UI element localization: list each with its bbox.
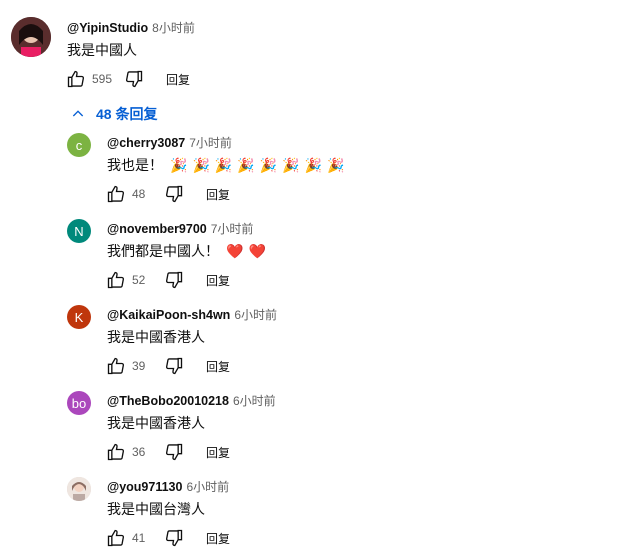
party-popper-emoji: 🎉 [214, 157, 233, 173]
dislike-button[interactable] [122, 67, 146, 91]
like-count: 41 [132, 531, 146, 545]
reply-avatar[interactable]: bo [67, 391, 91, 415]
like-count: 48 [132, 187, 146, 201]
thumbs-down-icon [165, 271, 183, 289]
reply-text: 我是中國香港人 [107, 327, 211, 347]
thumbs-down-icon [165, 529, 183, 547]
reply-button[interactable]: 回复 [206, 358, 230, 375]
dislike-button[interactable] [162, 526, 186, 550]
thumbs-down-icon [165, 443, 183, 461]
reply-body: 我是中國香港人 [107, 329, 205, 345]
thumbs-up-icon [107, 443, 125, 461]
thumbs-up-icon [107, 271, 125, 289]
reply-header: @cherry3087 7小时前 [107, 134, 232, 151]
reply-avatar[interactable]: N [67, 219, 91, 243]
reply-button[interactable]: 回复 [206, 186, 230, 203]
party-popper-emoji: 🎉 [282, 157, 300, 173]
reply-actions: 52 回复 [104, 268, 230, 292]
like-count: 52 [132, 273, 146, 287]
reply-button[interactable]: 回复 [206, 444, 230, 461]
like-count: 36 [132, 445, 146, 459]
reply-body: 我是中國台灣人 [107, 501, 205, 517]
chevron-up-icon [72, 110, 84, 117]
reply-avatar[interactable] [67, 477, 91, 501]
reply-header: @you971130 6小时前 [107, 478, 229, 495]
reply-time[interactable]: 7小时前 [189, 136, 232, 150]
like-count: 39 [132, 359, 146, 373]
replies-count-label: 48 条回复 [96, 106, 158, 122]
reply-actions: 41 回复 [104, 526, 230, 550]
reply-button[interactable]: 回复 [206, 530, 230, 547]
reply-handle[interactable]: @you971130 [107, 480, 182, 494]
dislike-button[interactable] [162, 268, 186, 292]
reply-text: 我們都是中國人！ ❤️ ❤️ [107, 241, 270, 261]
thumbs-down-icon [125, 70, 143, 88]
reply-body: 我們都是中國人！ [107, 243, 219, 259]
party-popper-emoji: 🎉 [259, 157, 278, 173]
reply-handle[interactable]: @TheBobo20010218 [107, 394, 229, 408]
reply-time[interactable]: 6小时前 [234, 308, 277, 322]
like-count: 595 [92, 72, 113, 86]
reply-avatar[interactable]: K [67, 305, 91, 329]
like-button[interactable] [64, 67, 88, 91]
reply-emojis: ❤️ ❤️ [225, 243, 270, 259]
thumbs-up-icon [67, 70, 85, 88]
reply-text: 我也是！ 🎉 🎉 🎉 🎉 🎉 🎉 🎉 🎉 [107, 155, 349, 175]
avatar-letter: c [75, 137, 83, 153]
dislike-button[interactable] [162, 182, 186, 206]
reply-handle[interactable]: @KaikaiPoon-sh4wn [107, 308, 230, 322]
reply-header: @KaikaiPoon-sh4wn 6小时前 [107, 306, 277, 323]
reply-body: 我也是！ [107, 157, 163, 173]
reply-time[interactable]: 7小时前 [211, 222, 254, 236]
like-button[interactable] [104, 182, 128, 206]
comment-actions: 595 回复 [64, 67, 190, 91]
party-popper-emoji: 🎉 [327, 157, 345, 173]
thumbs-up-icon [107, 185, 125, 203]
avatar-letter: bo [71, 395, 87, 411]
reply-time[interactable]: 6小时前 [186, 480, 229, 494]
comment-header: @YipinStudio 8小时前 [67, 19, 195, 36]
reply-actions: 48 回复 [104, 182, 230, 206]
party-popper-emoji: 🎉 [192, 157, 210, 173]
comment-time[interactable]: 8小时前 [152, 21, 195, 35]
reply-button[interactable]: 回复 [206, 272, 230, 289]
reply-avatar[interactable]: c [67, 133, 91, 157]
reply-handle[interactable]: @november9700 [107, 222, 207, 236]
avatar-letter: N [74, 223, 84, 239]
party-popper-emoji: 🎉 [304, 157, 323, 173]
like-button[interactable] [104, 440, 128, 464]
avatar-photo-icon [67, 477, 91, 501]
reply-text: 我是中國台灣人 [107, 499, 211, 519]
reply-time[interactable]: 6小时前 [233, 394, 276, 408]
reply-emojis: 🎉 🎉 🎉 🎉 🎉 🎉 🎉 🎉 [169, 157, 349, 173]
red-heart-emoji: ❤️ [226, 243, 244, 259]
reply-actions: 36 回复 [104, 440, 230, 464]
thumbs-up-icon [107, 357, 125, 375]
replies-toggle-button[interactable]: 48 条回复 [70, 104, 157, 124]
reply-body: 我是中國香港人 [107, 415, 205, 431]
avatar-letter: K [74, 309, 84, 325]
dislike-button[interactable] [162, 354, 186, 378]
reply-header: @TheBobo20010218 6小时前 [107, 392, 276, 409]
avatar-photo-icon [11, 17, 51, 57]
thumbs-down-icon [165, 357, 183, 375]
party-popper-emoji: 🎉 [170, 157, 188, 173]
commenter-avatar[interactable] [11, 17, 51, 57]
dislike-button[interactable] [162, 440, 186, 464]
reply-text: 我是中國香港人 [107, 413, 211, 433]
reply-handle[interactable]: @cherry3087 [107, 136, 185, 150]
party-popper-emoji: 🎉 [237, 157, 255, 173]
comment-text: 我是中國人 [67, 42, 137, 58]
thumbs-up-icon [107, 529, 125, 547]
red-heart-emoji: ❤️ [248, 243, 266, 259]
reply-header: @november9700 7小时前 [107, 220, 253, 237]
commenter-handle[interactable]: @YipinStudio [67, 21, 148, 35]
like-button[interactable] [104, 354, 128, 378]
thumbs-down-icon [165, 185, 183, 203]
like-button[interactable] [104, 526, 128, 550]
reply-actions: 39 回复 [104, 354, 230, 378]
reply-button[interactable]: 回复 [166, 71, 190, 88]
like-button[interactable] [104, 268, 128, 292]
